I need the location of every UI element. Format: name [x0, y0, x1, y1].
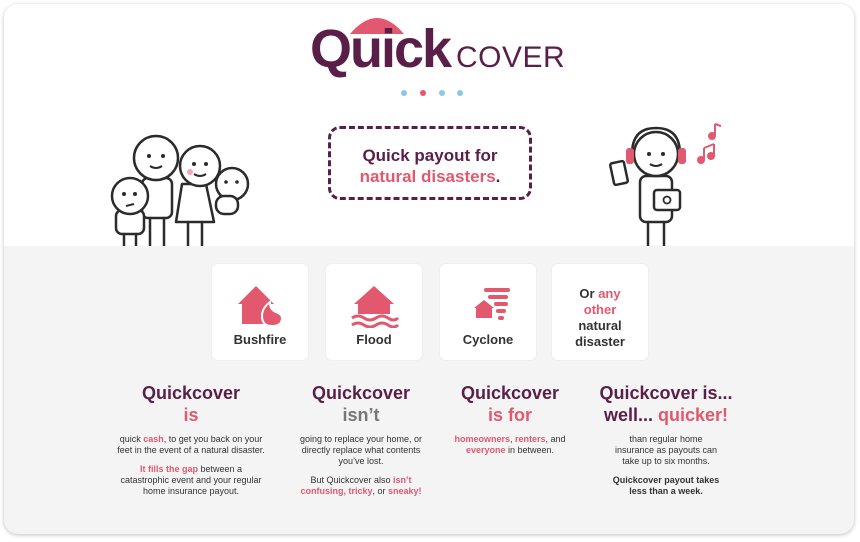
- callout-line-2: natural disasters: [359, 167, 496, 186]
- column-is-for: Quickcover is for homeowners, renters, a…: [454, 382, 566, 456]
- column-subheading: well... quicker!: [603, 405, 729, 425]
- column-text: than regular home insurance as payouts c…: [614, 434, 718, 466]
- column-text-2: But Quickcover also isn’t confusing, tri…: [300, 475, 422, 496]
- column-text: homeowners, renters, and everyone in bet…: [454, 434, 566, 455]
- carousel-dots: [401, 90, 465, 100]
- quickcover-logo: Quick COVER: [310, 16, 570, 82]
- cyclone-icon: [474, 288, 510, 320]
- card-flood: Flood: [326, 264, 422, 360]
- column-subheading: isn’t: [342, 405, 380, 425]
- hero-section: Quick COVER Quick payout for natural dis…: [4, 4, 854, 246]
- carousel-dot-2[interactable]: [420, 90, 426, 96]
- logo-quick: Quick: [310, 19, 452, 79]
- column-text: going to replace your home, or directly …: [299, 434, 423, 466]
- carousel-dot-3[interactable]: [439, 90, 445, 96]
- column-quicker: Quickcover is... well... quicker! than r…: [596, 382, 736, 497]
- house-flood-icon: [351, 286, 400, 328]
- logo-cover: COVER: [456, 41, 566, 74]
- card-label: Flood: [356, 332, 392, 347]
- card-bushfire: Bushfire: [212, 264, 308, 360]
- callout-line-1: Quick payout for: [362, 146, 498, 165]
- column-heading: Quickcover: [460, 383, 560, 403]
- column-text-2: Quickcover payout takes less than a week…: [612, 475, 720, 496]
- column-subheading: is: [183, 405, 199, 425]
- family-illustration: [110, 134, 250, 246]
- house-fire-icon: [238, 286, 284, 328]
- column-heading: Quickcover: [141, 383, 241, 403]
- column-is: Quickcover is quick cash, to get you bac…: [116, 382, 266, 497]
- carousel-dot-4[interactable]: [457, 90, 463, 96]
- column-text: quick cash, to get you back on your feet…: [117, 434, 265, 455]
- headline-callout: Quick payout for natural disasters.: [328, 126, 532, 200]
- callout-period: .: [495, 167, 501, 186]
- card-other-disaster: Or any other natural disaster: [552, 264, 648, 360]
- column-heading: Quickcover is...: [599, 383, 733, 403]
- column-isnt: Quickcover isn’t going to replace your h…: [294, 382, 428, 497]
- panel: Quick COVER Quick payout for natural dis…: [4, 4, 854, 534]
- card-label: Or any other natural disaster: [575, 286, 625, 349]
- column-heading: Quickcover: [311, 383, 411, 403]
- column-text-2: It fills the gap between a catastrophic …: [120, 464, 262, 496]
- carousel-dot-1[interactable]: [401, 90, 407, 96]
- card-cyclone: Cyclone: [440, 264, 536, 360]
- column-subheading: is for: [487, 405, 532, 425]
- card-label: Bushfire: [233, 332, 287, 347]
- person-with-headphones-illustration: [608, 123, 722, 246]
- card-label: Cyclone: [462, 332, 514, 347]
